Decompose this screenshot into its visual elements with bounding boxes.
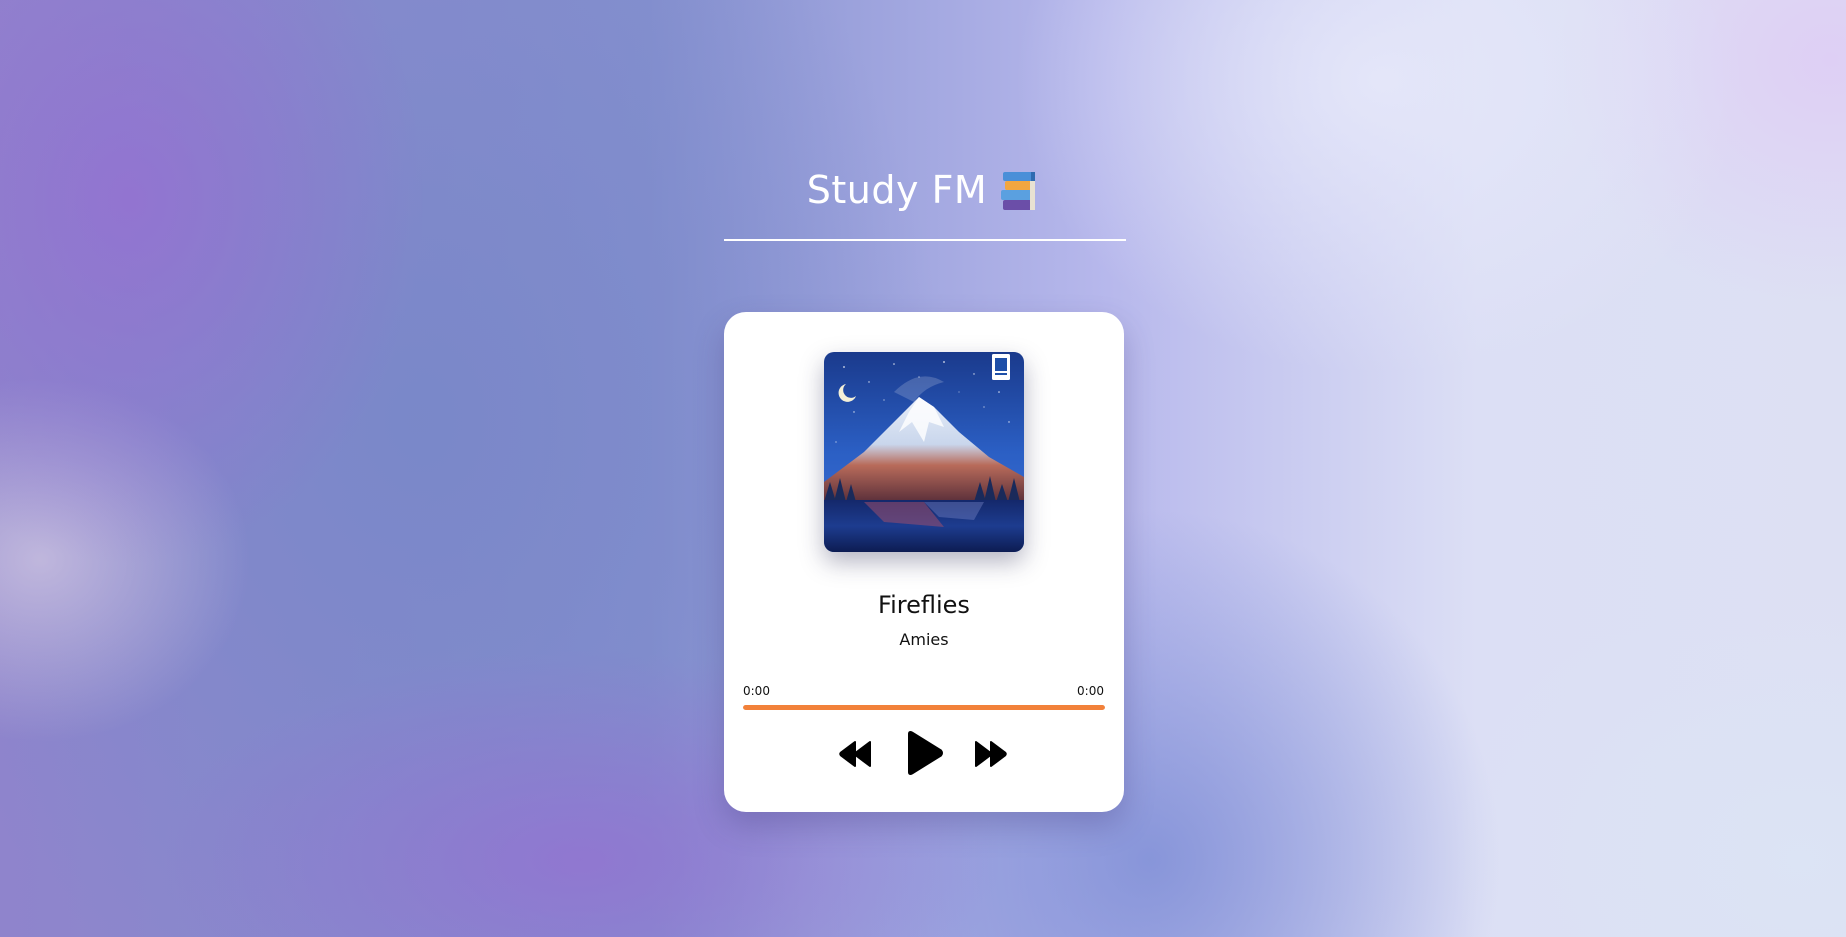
books-icon <box>999 169 1039 211</box>
fast-forward-icon <box>975 741 1007 767</box>
current-time: 0:00 <box>743 684 770 698</box>
playback-controls <box>724 730 1124 780</box>
rewind-icon <box>839 741 871 767</box>
next-button[interactable] <box>974 740 1007 768</box>
track-artist: Amies <box>899 630 949 649</box>
track-duration: 0:00 <box>1077 684 1104 698</box>
music-player-card: Fireflies Amies 0:00 0:00 <box>724 312 1124 812</box>
header-divider <box>724 239 1126 241</box>
play-icon <box>908 731 943 775</box>
previous-button[interactable] <box>839 740 872 768</box>
album-art <box>824 352 1024 552</box>
progress-bar[interactable] <box>743 705 1105 710</box>
play-button[interactable] <box>904 730 944 776</box>
page-title-text: Study FM <box>806 168 988 212</box>
track-title: Fireflies <box>878 591 970 619</box>
page-header: Study FM <box>0 160 1846 220</box>
progress-fill <box>743 705 1105 710</box>
page-title: Study FM <box>807 160 1039 220</box>
